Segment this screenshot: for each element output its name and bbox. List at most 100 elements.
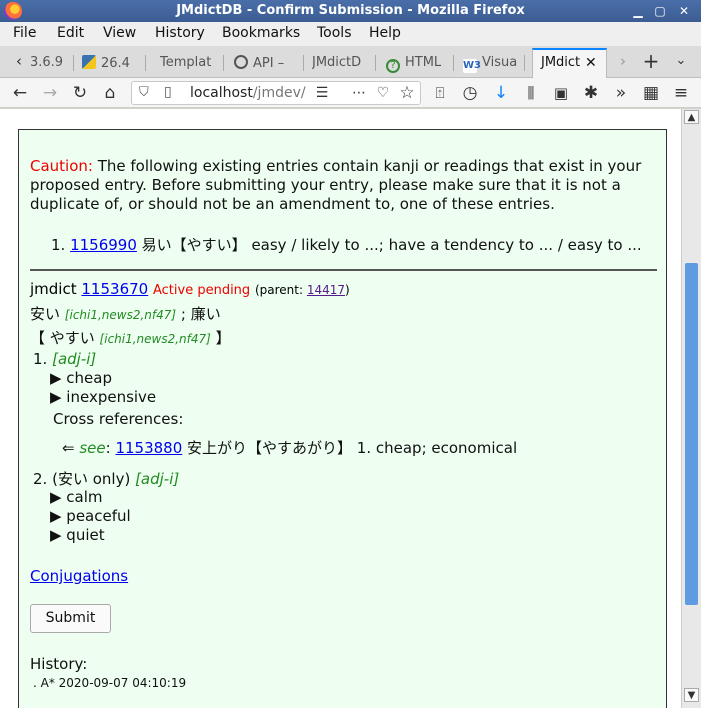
close-window-icon[interactable]: ✕ [676, 3, 692, 19]
title-bar: JMdictDB - Confirm Submission - Mozilla … [0, 0, 701, 22]
forward-icon[interactable]: → [39, 82, 61, 104]
close-tab-icon[interactable]: ✕ [585, 55, 597, 71]
reload-icon[interactable]: ↻ [69, 82, 91, 104]
gloss: ▶ calm [50, 488, 103, 506]
settings-gear-icon[interactable]: ✱ [580, 82, 602, 104]
conjugations-row: Conjugations [30, 567, 128, 585]
reading-tags: [ichi1,news2,nf47] [99, 332, 211, 346]
menu-help[interactable]: Help [369, 25, 401, 41]
tab-scroll-right-icon[interactable]: › [612, 50, 634, 72]
scrollbar-thumb[interactable] [685, 263, 698, 605]
tab-5[interactable]: JMdictD [312, 50, 376, 76]
page-actions-icon[interactable]: ⋯ [348, 82, 370, 104]
gloss: ▶ peaceful [50, 507, 131, 525]
reading-row: 【 やすい [ichi1,news2,nf47] 】 [30, 327, 231, 348]
page-viewport: Caution: The following existing entries … [0, 109, 681, 708]
parent-close: ) [345, 283, 350, 297]
window-title: JMdictDB - Confirm Submission - Mozilla … [176, 3, 525, 18]
overflow-menu-icon[interactable]: » [610, 82, 632, 104]
entry-id-link[interactable]: 1153670 [81, 280, 148, 298]
menu-history[interactable]: History [155, 25, 205, 41]
xref-entry-link[interactable]: 1153880 [115, 439, 182, 457]
divider [30, 269, 657, 271]
reading-open: 【 やすい [30, 329, 100, 347]
extensions-icon[interactable]: ▦ [640, 82, 662, 104]
shield-icon[interactable]: ⛉ [139, 85, 149, 100]
menu-bookmarks[interactable]: Bookmarks [222, 25, 300, 41]
list-tabs-icon[interactable]: ⌄ [670, 50, 692, 72]
pocket-icon[interactable]: ♡ [372, 82, 394, 104]
kanji-1: 安い [30, 305, 61, 323]
new-tab-icon[interactable]: + [640, 50, 662, 72]
duplicate-list-item: 1. 1156990 易い【やすい】 easy / likely to ...;… [51, 234, 642, 255]
minimize-icon[interactable]: ▁ [630, 3, 646, 19]
tab-label: API – [253, 56, 285, 71]
tab-3[interactable]: Templat [160, 50, 224, 76]
history-item: . A* 2020-09-07 04:10:19 [33, 676, 187, 690]
hamburger-menu-icon[interactable]: ≡ [670, 82, 692, 104]
bookmark-star-icon[interactable]: ☆ [396, 82, 418, 104]
kanji-2: 廉い [190, 305, 221, 323]
menu-edit[interactable]: Edit [57, 25, 84, 41]
caution-message: Caution: The following existing entries … [30, 157, 655, 214]
page-info-icon[interactable]: ▯ [164, 84, 172, 100]
kanji-separator: ; [176, 305, 191, 323]
tab-label: Templat [160, 55, 212, 70]
status-badge: Active pending [152, 283, 251, 298]
tab-label: HTML [405, 55, 442, 70]
tab-label: 26.4 [101, 56, 130, 71]
home-icon[interactable]: ⌂ [99, 82, 121, 104]
sense-pos: [adj-i] [135, 470, 180, 488]
back-icon[interactable]: ← [9, 82, 31, 104]
sidebar-icon[interactable]: ▣ [550, 82, 572, 104]
library-icon[interactable]: ⫼ [520, 82, 542, 104]
xref-see: see [79, 439, 106, 457]
tab-6[interactable]: ? HTML [386, 50, 454, 76]
scroll-up-icon[interactable]: ▲ [684, 110, 699, 124]
nav-toolbar: ← → ↻ ⌂ ⛉ ▯ localhost/jmdev/ ☰ ⋯ ♡ ☆ ⍐ ◷… [0, 78, 701, 108]
menu-file[interactable]: File [13, 25, 36, 41]
caution-text: The following existing entries contain k… [30, 157, 642, 213]
history-clock-icon[interactable]: ◷ [459, 82, 481, 104]
parent-link[interactable]: 14417 [307, 283, 345, 297]
menu-view[interactable]: View [103, 25, 136, 41]
gloss: ▶ cheap [50, 369, 112, 387]
kanji-row: 安い [ichi1,news2,nf47] ; 廉い [30, 303, 221, 324]
maximize-icon[interactable]: ▢ [652, 3, 668, 19]
tab-1[interactable]: 3.6.9 [30, 50, 74, 76]
dup-entry-link[interactable]: 1156990 [70, 236, 137, 254]
tab-4[interactable]: API – [234, 50, 304, 76]
tab-2[interactable]: 26.4 [82, 50, 146, 76]
tab-active[interactable]: JMdict ✕ [532, 48, 607, 78]
tab-label: JMdictD [312, 55, 362, 70]
submit-button[interactable]: Submit [30, 604, 111, 633]
caution-label: Caution: [30, 157, 93, 175]
url-host: localhost [190, 85, 253, 101]
tab-7[interactable]: W3Visua [463, 50, 525, 76]
w3-icon: W3 [463, 59, 481, 73]
xref-colon: : [105, 439, 116, 457]
tab-strip: ‹ 3.6.9 26.4 Templat API – JMdictD ? HTML… [0, 46, 701, 78]
tab-label: Visua [482, 55, 518, 70]
scroll-down-icon[interactable]: ▼ [684, 688, 699, 702]
reader-view-icon[interactable]: ☰ [311, 82, 333, 104]
url-text: localhost/jmdev/ [190, 85, 306, 101]
vertical-scrollbar[interactable]: ▲ ▼ [681, 109, 701, 708]
parent-label: (parent: [254, 283, 307, 297]
sense-pos: [adj-i] [52, 350, 97, 368]
dup-text: 易い【やすい】 easy / likely to ...; have a ten… [136, 236, 642, 254]
sense-restriction: (安い only) [52, 470, 136, 488]
dup-number: 1. [51, 236, 66, 254]
tab-scroll-left-icon[interactable]: ‹ [8, 50, 30, 72]
reading-close: 】 [210, 329, 231, 347]
conjugations-link[interactable]: Conjugations [30, 567, 128, 585]
menu-tools[interactable]: Tools [317, 25, 352, 41]
sense-1-header: 1. [adj-i] [33, 350, 96, 368]
corpus-name: jmdict [30, 280, 77, 298]
xref-label: Cross references: [53, 410, 184, 428]
library-shelf-icon[interactable]: ⍐ [429, 82, 451, 104]
xref-arrow-icon: ⇐ [62, 439, 80, 457]
download-icon[interactable]: ↓ [490, 82, 512, 104]
tab-label: JMdict [541, 55, 581, 70]
sense-2-header: 2. (安い only) [adj-i] [33, 468, 179, 489]
